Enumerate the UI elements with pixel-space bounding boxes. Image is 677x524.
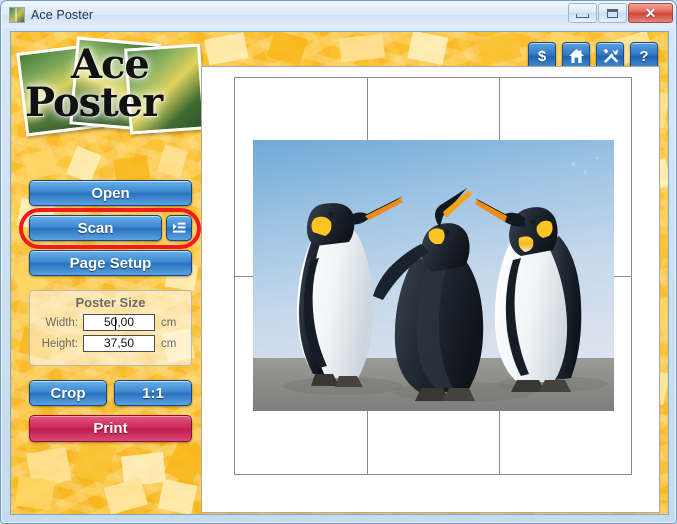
open-button[interactable]: Open [29, 180, 192, 206]
app-window: Ace Poster ✕ Ace Poster $ ? Open Scan Pa… [0, 0, 677, 524]
client-area: Ace Poster $ ? Open Scan Page Setup Post… [10, 31, 669, 515]
poster-page [234, 77, 632, 475]
height-label: Height: [41, 337, 78, 350]
scan-menu-button[interactable] [166, 215, 192, 241]
width-input-value: 50,00 [103, 315, 135, 329]
open-button-label: Open [91, 184, 130, 202]
minimize-button[interactable] [568, 3, 597, 23]
print-button[interactable]: Print [29, 415, 192, 442]
tools-icon [602, 49, 618, 63]
question-mark-icon: ? [639, 47, 649, 65]
maximize-icon [607, 8, 618, 18]
page-setup-button-label: Page Setup [69, 254, 152, 272]
height-unit: cm [161, 337, 177, 350]
list-menu-icon [172, 222, 185, 233]
page-setup-button[interactable]: Page Setup [29, 250, 192, 276]
logo-line-1: Ace [71, 41, 150, 88]
width-input[interactable]: 50,00 [83, 314, 155, 331]
close-button[interactable]: ✕ [628, 3, 673, 23]
width-row: Width: 50,00 cm [36, 314, 191, 331]
width-unit: cm [161, 316, 177, 329]
minimize-icon [576, 13, 589, 18]
height-input-value: 37,50 [103, 336, 135, 350]
app-photo-icon [9, 7, 25, 23]
title-bar: Ace Poster ✕ [2, 2, 676, 28]
height-row: Height: 37,50 cm [36, 335, 191, 352]
status-bar: 6 pages of A4 [201, 514, 660, 515]
home-icon [568, 49, 584, 63]
crop-button-label: Crop [50, 384, 86, 402]
height-input[interactable]: 37,50 [83, 335, 155, 352]
poster-size-title: Poster Size [75, 295, 146, 310]
scan-button-label: Scan [77, 219, 114, 237]
window-title: Ace Poster [31, 8, 94, 22]
ratio-button[interactable]: 1:1 [114, 380, 192, 406]
poster-preview-canvas[interactable] [201, 66, 660, 513]
maximize-button[interactable] [598, 3, 627, 23]
print-button-label: Print [93, 420, 128, 437]
ratio-button-label: 1:1 [142, 384, 164, 402]
penguin-photo [253, 140, 614, 411]
close-icon: ✕ [644, 5, 657, 21]
poster-image [253, 140, 614, 411]
dollar-icon: $ [537, 47, 547, 65]
crop-button[interactable]: Crop [29, 380, 107, 406]
poster-size-panel: Poster Size Width: 50,00 cm Height: 37,5… [29, 290, 192, 366]
width-label: Width: [45, 316, 78, 329]
scan-button[interactable]: Scan [29, 215, 162, 241]
logo-text: Ace Poster [15, 34, 205, 144]
text-caret [115, 317, 116, 330]
logo-line-2: Poster [25, 79, 163, 126]
window-controls: ✕ [567, 3, 673, 23]
app-logo: Ace Poster [15, 34, 206, 144]
